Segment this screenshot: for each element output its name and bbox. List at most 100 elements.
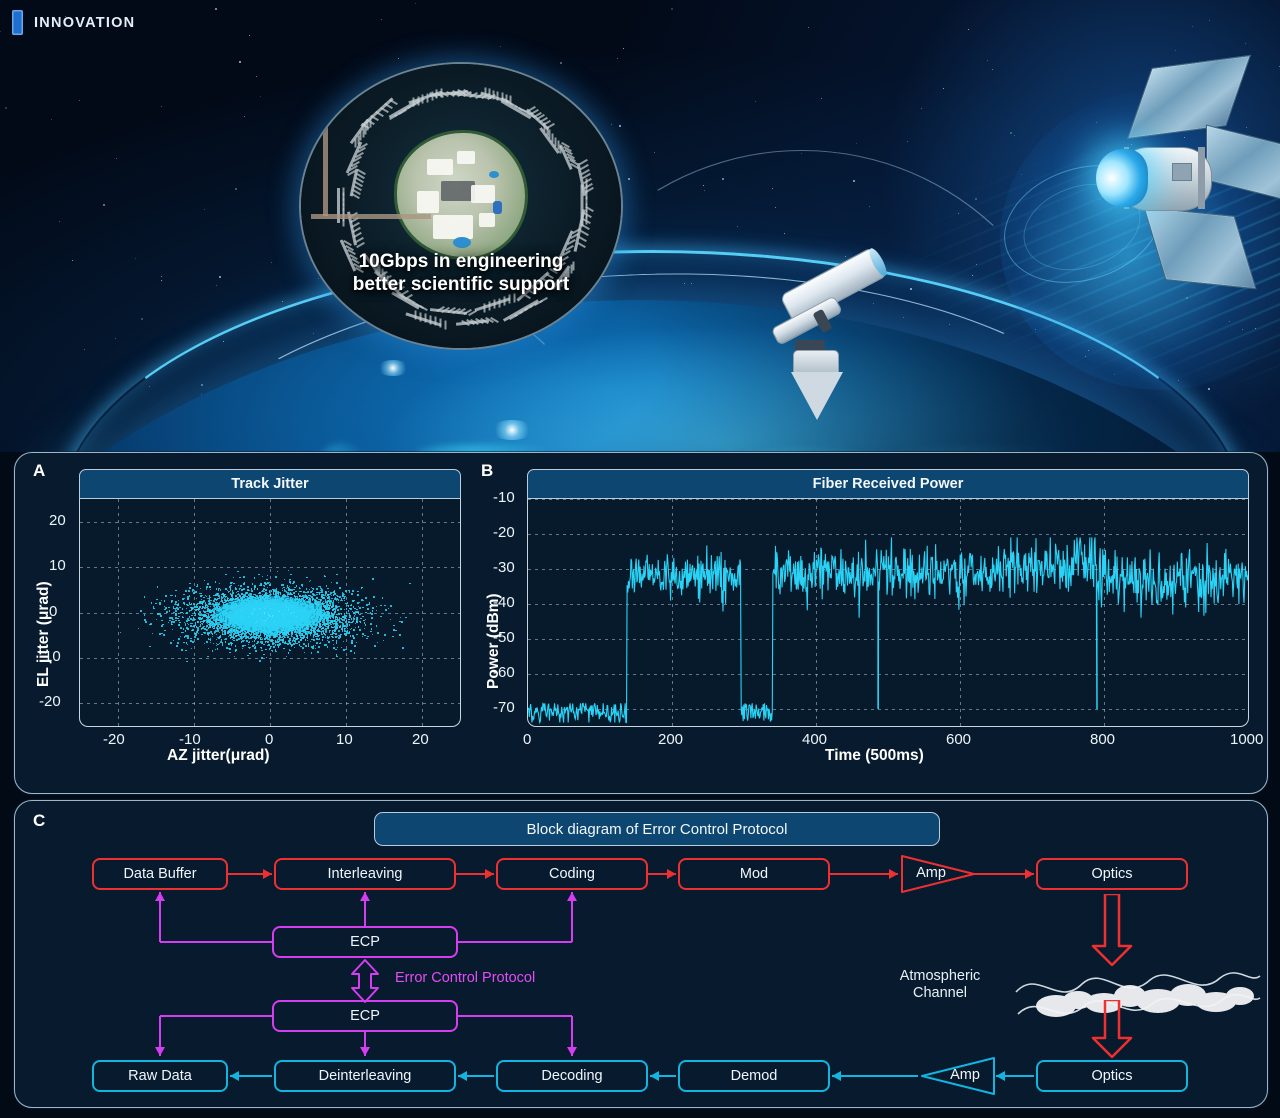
chart-a-ytick: 20 <box>49 512 66 529</box>
tx-block-4-label: Amp <box>916 865 946 881</box>
rx-block-5[interactable]: Optics <box>1036 1060 1188 1092</box>
ecp-top-left-riser <box>159 900 161 942</box>
satellite-imagery-circle: 10Gbps in engineering better scientific … <box>299 62 623 350</box>
rx-block-2[interactable]: Decoding <box>496 1060 648 1092</box>
ecp-bottom-block[interactable]: ECP <box>272 1000 458 1032</box>
tx-arrow-3-head <box>889 869 898 879</box>
ecp-top-right-riser <box>571 900 573 942</box>
inset-caption-line1: 10Gbps in engineering <box>358 250 564 272</box>
ecp-to-deinterleaving-head <box>360 1047 370 1056</box>
tx-block-2[interactable]: Coding <box>496 858 648 890</box>
chart-a-xtick: 20 <box>412 731 429 748</box>
tx-arrow-2-head <box>667 869 676 879</box>
rx-block-5-label: Optics <box>1091 1068 1133 1084</box>
ecp-top-right-run <box>458 941 572 943</box>
chart-b-xtick: 1000 <box>1230 731 1264 748</box>
tx-block-1-label: Interleaving <box>327 866 403 882</box>
chart-a-xtick: -20 <box>103 731 125 748</box>
tx-arrow-0-head <box>263 869 272 879</box>
rx-block-1[interactable]: Deinterleaving <box>274 1060 456 1092</box>
rx-block-3[interactable]: Demod <box>678 1060 830 1092</box>
chart-b-ytick: -20 <box>493 524 515 541</box>
tx-block-5[interactable]: Optics <box>1036 858 1188 890</box>
rx-arrow-1-head <box>458 1071 467 1081</box>
bookmark-bar-icon <box>12 10 23 35</box>
tx-arrow-1-head <box>485 869 494 879</box>
rx-block-3-label: Demod <box>730 1068 778 1084</box>
rx-block-0[interactable]: Raw Data <box>92 1060 228 1092</box>
tx-block-2-label: Coding <box>549 866 595 882</box>
ecp-to-data-buffer-head <box>155 892 165 901</box>
ground-station-glow-1 <box>490 420 534 440</box>
chart-b-ytick: -30 <box>493 559 515 576</box>
telescope-icon <box>755 246 895 423</box>
ecp-to-raw-data-head <box>155 1047 165 1056</box>
rx-block-4[interactable]: Amp <box>920 1056 996 1096</box>
rx-arrow-4-head <box>996 1071 1005 1081</box>
ecp-top-block-label: ECP <box>350 934 380 950</box>
ecp-to-interleaving-head <box>360 892 370 901</box>
rx-block-0-label: Raw Data <box>128 1068 192 1084</box>
chart-b-ytick: -10 <box>493 489 515 506</box>
rx-arrow-0-head <box>230 1071 239 1081</box>
chart-a-ytick: -10 <box>39 648 61 665</box>
chart-b-xtick: 400 <box>802 731 828 748</box>
tx-block-3[interactable]: Mod <box>678 858 830 890</box>
ecp-bidirectional-arrow <box>351 959 379 1003</box>
chart-a-ytick: 0 <box>49 603 58 620</box>
chart-b-title: Fiber Received Power <box>527 469 1249 499</box>
panel-a-letter: A <box>33 461 46 480</box>
rx-arrow-2-head <box>650 1071 659 1081</box>
chart-b-ytick: -60 <box>493 664 515 681</box>
rx-block-4-label: Amp <box>950 1067 980 1083</box>
chart-a-ytick: 10 <box>49 557 66 574</box>
chart-a-title: Track Jitter <box>79 469 461 499</box>
chart-b-xlabel: Time (500ms) <box>825 747 924 764</box>
tx-block-5-label: Optics <box>1091 866 1133 882</box>
block-diagram-title: Block diagram of Error Control Protocol <box>374 812 940 846</box>
ecp-to-coding-head <box>567 892 577 901</box>
panel-ab-card: A B Track Jitter AZ jitter(μrad) EL jitt… <box>14 452 1268 794</box>
ecp-top-block[interactable]: ECP <box>272 926 458 958</box>
cloud-icon <box>1012 958 1262 1030</box>
chart-a-xtick: 10 <box>336 731 353 748</box>
chart-a-plot-area <box>79 499 461 727</box>
downlink-arrow-bottom <box>1091 1000 1133 1058</box>
brand-bar: INNOVATION <box>12 10 135 35</box>
downlink-arrow-top <box>1091 894 1133 966</box>
island-landmass <box>397 132 525 257</box>
tx-block-3-label: Mod <box>739 866 769 882</box>
ecp-to-decoding-head <box>567 1047 577 1056</box>
hero-illustration: 10Gbps in engineering better scientific … <box>0 0 1280 452</box>
panel-b-letter: B <box>481 461 494 480</box>
chart-a-ylabel: EL jitter (μrad) <box>35 581 52 687</box>
tx-block-4[interactable]: Amp <box>900 854 976 894</box>
panel-c-letter: C <box>33 811 46 830</box>
ecp-bottom-block-label: ECP <box>350 1008 380 1024</box>
chart-a-ytick: -20 <box>39 693 61 710</box>
tx-block-1[interactable]: Interleaving <box>274 858 456 890</box>
ecp-bot-right-run <box>458 1015 572 1017</box>
ecp-top-left-run <box>160 941 272 943</box>
rx-arrow-3-head <box>832 1071 841 1081</box>
chart-b-ytick: -50 <box>493 629 515 646</box>
chart-a-xlabel: AZ jitter(μrad) <box>167 747 270 764</box>
rx-block-1-label: Deinterleaving <box>318 1068 412 1084</box>
tx-arrow-3 <box>830 873 898 875</box>
atmospheric-channel-label: Atmospheric Channel <box>899 968 981 1002</box>
satellite-icon <box>1060 54 1280 310</box>
chart-a-xtick: 0 <box>265 731 274 748</box>
chart-b-ytick: -40 <box>493 594 515 611</box>
rx-block-2-label: Decoding <box>541 1068 603 1084</box>
inset-caption: 10Gbps in engineering better scientific … <box>301 250 621 296</box>
chart-a-xtick: -10 <box>179 731 201 748</box>
tx-arrow-4-head <box>1025 869 1034 879</box>
ground-station-glow-2 <box>376 360 410 376</box>
tx-block-0[interactable]: Data Buffer <box>92 858 228 890</box>
tx-block-0-label: Data Buffer <box>123 866 197 882</box>
chart-b-xtick: 800 <box>1090 731 1116 748</box>
rx-arrow-3 <box>832 1075 918 1077</box>
ecp-link-label: Error Control Protocol <box>395 970 536 986</box>
inset-caption-line2: better scientific support <box>352 273 570 295</box>
chart-b-plot-area <box>527 499 1249 727</box>
